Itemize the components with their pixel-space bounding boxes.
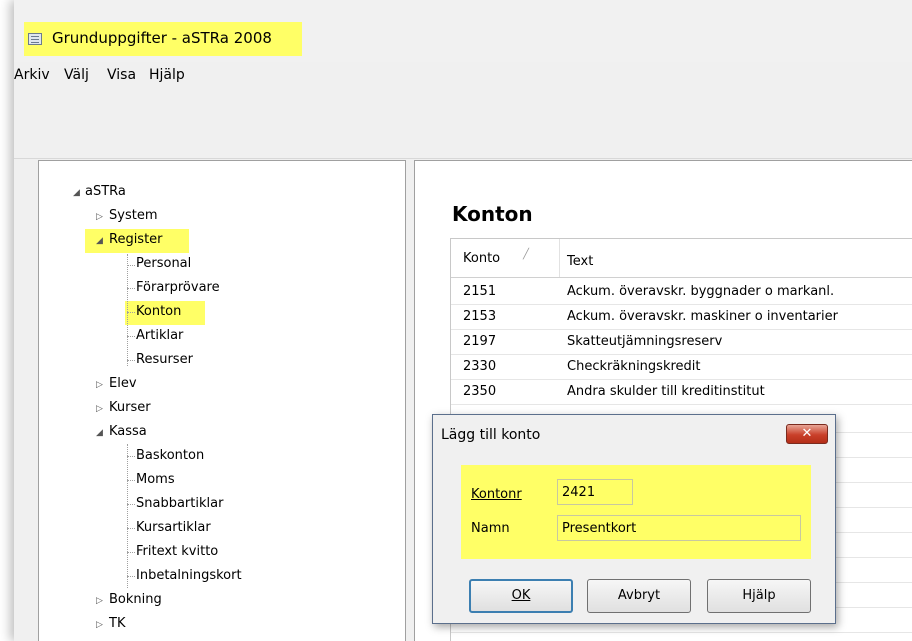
tree-item-system[interactable]: System xyxy=(109,208,157,223)
tree-item-fritext-kvitto[interactable]: Fritext kvitto xyxy=(136,544,218,559)
column-header-text[interactable]: Text xyxy=(567,254,593,269)
tree-item-artiklar[interactable]: Artiklar xyxy=(136,328,183,343)
tree-item-personal[interactable]: Personal xyxy=(136,256,191,271)
expanded-arrow-icon[interactable]: ◢ xyxy=(96,236,103,246)
tree-item-snabbartiklar[interactable]: Snabbartiklar xyxy=(136,496,223,511)
add-account-dialog: Lägg till konto ✕ Kontonr 2421 Namn Pres… xyxy=(432,414,836,624)
cell-konto: 2330 xyxy=(463,359,497,374)
window-title: Grunduppgifter - aSTRa 2008 xyxy=(52,29,272,47)
tree-item-kursartiklar[interactable]: Kursartiklar xyxy=(136,520,211,535)
toolbar-area xyxy=(14,90,912,159)
collapsed-arrow-icon[interactable]: ▷ xyxy=(96,620,103,630)
fields-highlight xyxy=(461,465,811,559)
collapsed-arrow-icon[interactable]: ▷ xyxy=(96,596,103,606)
dialog-body: Kontonr 2421 Namn Presentkort xyxy=(439,453,829,565)
page-title: Konton xyxy=(452,202,533,226)
kassa-children-line xyxy=(127,444,128,588)
cell-text: Ackum. överavskr. maskiner o inventarier xyxy=(567,309,838,324)
cell-konto: 2151 xyxy=(463,284,497,299)
cell-konto: 2153 xyxy=(463,309,497,324)
cancel-button[interactable]: Avbryt xyxy=(587,579,691,613)
tree-item-forarprovare[interactable]: Förarprövare xyxy=(136,280,220,295)
cancel-label: Avbryt xyxy=(617,588,661,603)
main-window: Grunduppgifter - aSTRa 2008 Arkiv Välj V… xyxy=(14,0,912,641)
cell-text: Ackum. överavskr. byggnader o markanl. xyxy=(567,284,835,299)
register-children-line xyxy=(127,254,128,366)
tree-item-inbetalningskort[interactable]: Inbetalningskort xyxy=(136,568,242,583)
grid-header: Konto ╱ Text xyxy=(451,239,912,278)
expanded-arrow-icon[interactable]: ◢ xyxy=(73,188,80,198)
collapsed-arrow-icon[interactable]: ▷ xyxy=(96,404,103,414)
menu-bar: Arkiv Välj Visa Hjälp xyxy=(14,62,912,90)
cell-text: Skatteutjämningsreserv xyxy=(567,334,723,349)
ok-label: OK xyxy=(511,588,531,603)
tree-item-kurser[interactable]: Kurser xyxy=(109,400,151,415)
table-row[interactable]: 2197 Skatteutjämningsreserv xyxy=(451,330,912,354)
sort-indicator-icon: ╱ xyxy=(523,249,530,260)
menu-visa[interactable]: Visa xyxy=(107,67,136,83)
help-label: Hjälp xyxy=(742,588,776,603)
expanded-arrow-icon[interactable]: ◢ xyxy=(96,428,103,438)
collapsed-arrow-icon[interactable]: ▷ xyxy=(96,212,103,222)
cell-konto: 2197 xyxy=(463,334,497,349)
kontonr-field[interactable]: 2421 xyxy=(557,479,633,505)
tree-item-elev[interactable]: Elev xyxy=(109,376,137,391)
tree-item-baskonton[interactable]: Baskonton xyxy=(136,448,204,463)
tree-item-konton[interactable]: Konton xyxy=(136,304,181,319)
navigation-tree: ◢ aSTRa ▷ System ◢ Register Personal För… xyxy=(38,160,406,641)
close-icon: ✕ xyxy=(801,426,813,441)
title-bar: Grunduppgifter - aSTRa 2008 xyxy=(14,0,912,62)
tree-item-tk[interactable]: TK xyxy=(109,616,125,631)
help-button[interactable]: Hjälp xyxy=(707,579,811,613)
ok-button[interactable]: OK xyxy=(469,579,573,613)
tree-root[interactable]: aSTRa xyxy=(85,184,126,199)
table-row[interactable]: 2151 Ackum. överavskr. byggnader o marka… xyxy=(451,280,912,304)
table-row[interactable]: 2153 Ackum. överavskr. maskiner o invent… xyxy=(451,305,912,329)
tree-item-kassa[interactable]: Kassa xyxy=(109,424,147,439)
cell-text: Checkräkningskredit xyxy=(567,359,701,374)
namn-label: Namn xyxy=(471,521,510,536)
column-separator[interactable] xyxy=(559,239,560,277)
column-header-konto[interactable]: Konto xyxy=(463,251,500,266)
tree-item-resurser[interactable]: Resurser xyxy=(136,352,193,367)
app-icon xyxy=(28,33,42,45)
menu-hjalp[interactable]: Hjälp xyxy=(149,67,185,83)
namn-field[interactable]: Presentkort xyxy=(557,515,801,541)
cell-text: Andra skulder till kreditinstitut xyxy=(567,384,765,399)
menu-arkiv[interactable]: Arkiv xyxy=(14,67,50,83)
close-button[interactable]: ✕ xyxy=(786,424,828,444)
dialog-title: Lägg till konto xyxy=(441,427,541,443)
kontonr-label: Kontonr xyxy=(471,487,522,502)
tree-item-bokning[interactable]: Bokning xyxy=(109,592,162,607)
cell-konto: 2350 xyxy=(463,384,497,399)
table-row[interactable]: 2330 Checkräkningskredit xyxy=(451,355,912,379)
tree-item-register[interactable]: Register xyxy=(109,232,163,247)
table-row[interactable]: 2350 Andra skulder till kreditinstitut xyxy=(451,380,912,404)
collapsed-arrow-icon[interactable]: ▷ xyxy=(96,380,103,390)
kontonr-label-text: Kontonr xyxy=(471,487,522,502)
menu-valj[interactable]: Välj xyxy=(64,67,89,83)
tree-item-moms[interactable]: Moms xyxy=(136,472,175,487)
